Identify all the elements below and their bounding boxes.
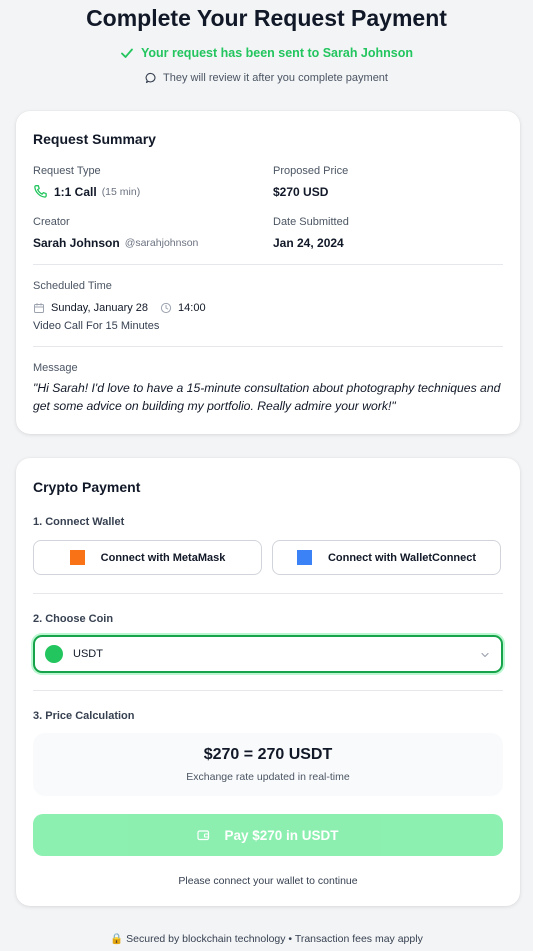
metamask-button[interactable]: Connect with MetaMask <box>33 540 262 575</box>
scheduled-time-row: Sunday, January 28 14:00 <box>33 302 206 314</box>
summary-title: Request Summary <box>33 131 156 147</box>
request-summary-card: Request Summary Request Type 1:1 Call (1… <box>16 111 520 434</box>
calendar-icon <box>34 303 44 313</box>
wallet-icon <box>197 830 210 841</box>
coin-select[interactable]: USDT <box>33 635 503 673</box>
request-type-value: 1:1 Call (15 min) <box>33 184 140 199</box>
phone-icon <box>34 185 47 198</box>
review-notice: They will review it after you complete p… <box>0 72 533 84</box>
connect-wallet-note: Please connect your wallet to continue <box>178 875 358 887</box>
creator-label: Creator <box>33 216 70 228</box>
step2-label: 2. Choose Coin <box>33 613 114 625</box>
sent-message: Your request has been sent to Sarah John… <box>140 46 414 60</box>
walletconnect-label: Connect with WalletConnect <box>327 551 477 564</box>
clock-icon <box>160 302 172 314</box>
creator-value: Sarah Johnson @sarahjohnson <box>33 236 198 250</box>
creator-name: Sarah Johnson <box>33 236 120 250</box>
pay-button-label: Pay $270 in USDT <box>224 827 339 843</box>
wallet-divider <box>33 593 503 594</box>
scheduled-label: Scheduled Time <box>33 280 112 292</box>
security-footer: 🔒 Secured by blockchain technology • Tra… <box>110 933 423 945</box>
coin-divider <box>33 690 503 691</box>
message-divider <box>33 346 503 347</box>
page-title: Complete Your Request Payment <box>86 5 447 31</box>
message-label: Message <box>33 362 78 374</box>
scheduled-date: Sunday, January 28 <box>51 302 149 314</box>
step3-label: 3. Price Calculation <box>33 710 135 722</box>
scheduled-note: Video Call For 15 Minutes <box>33 320 160 332</box>
check-icon <box>121 48 133 58</box>
calc-sub: Exchange rate updated in real-time <box>186 771 350 783</box>
metamask-label: Connect with MetaMask <box>100 551 226 564</box>
selected-coin: USDT <box>73 648 103 660</box>
review-message: They will review it after you complete p… <box>163 72 388 84</box>
proposed-price-value: $270 USD <box>273 185 329 199</box>
date-submitted-value: Jan 24, 2024 <box>273 236 344 250</box>
calc-main: $270 = 270 USDT <box>203 746 333 763</box>
summary-divider <box>33 264 503 265</box>
sent-confirmation: Your request has been sent to Sarah John… <box>0 46 533 60</box>
price-calculation-box: $270 = 270 USDT Exchange rate updated in… <box>33 733 503 796</box>
date-submitted-label: Date Submitted <box>273 216 349 228</box>
message-text: "Hi Sarah! I'd love to have a 15-minute … <box>33 381 501 413</box>
pay-button[interactable]: Pay $270 in USDT <box>33 814 503 856</box>
chat-bubble-icon <box>145 72 156 84</box>
creator-handle: @sarahjohnson <box>124 237 199 249</box>
metamask-icon <box>69 550 85 565</box>
step1-label: 1. Connect Wallet <box>33 516 125 528</box>
scheduled-time: 14:00 <box>178 302 206 314</box>
walletconnect-icon <box>296 550 312 565</box>
request-type-label: Request Type <box>33 165 101 177</box>
chevron-down-icon <box>481 652 489 658</box>
request-type-text: 1:1 Call <box>54 184 97 199</box>
proposed-price-label: Proposed Price <box>273 165 349 177</box>
request-type-duration: (15 min) <box>101 185 141 198</box>
crypto-payment-card: Crypto Payment 1. Connect Wallet Connect… <box>16 458 520 906</box>
usdt-coin-icon <box>45 645 63 663</box>
payment-title: Crypto Payment <box>33 479 141 495</box>
walletconnect-button[interactable]: Connect with WalletConnect <box>272 540 501 575</box>
